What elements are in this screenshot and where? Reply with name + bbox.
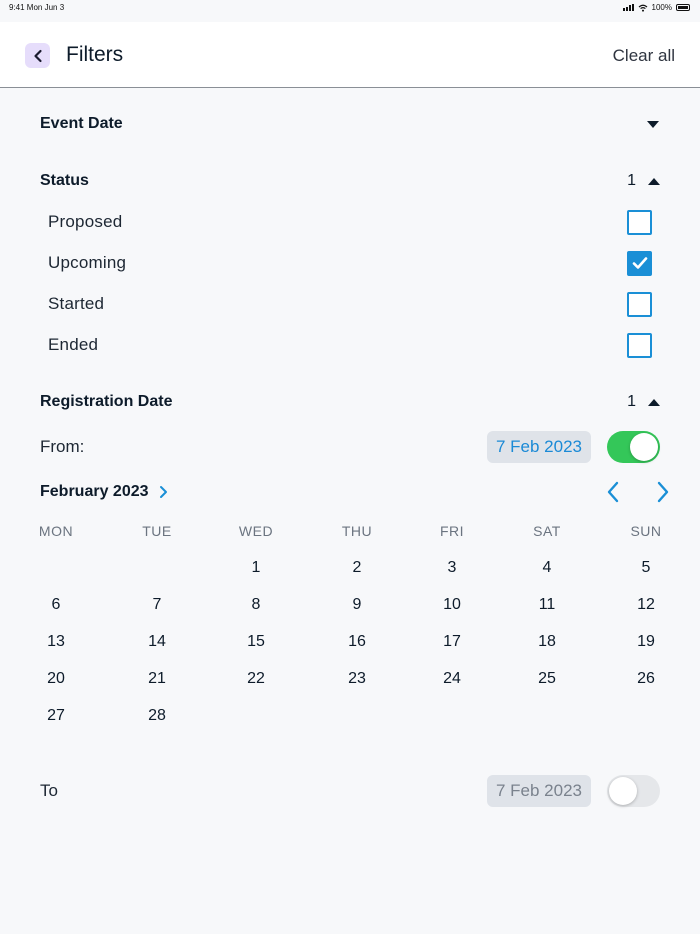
from-date-chip[interactable]: 7 Feb 2023 [486, 431, 591, 463]
weekday-label: FRI [439, 523, 465, 539]
calendar-day[interactable]: 24 [422, 670, 482, 688]
from-date-toggle[interactable] [607, 431, 660, 463]
status-title: Status [40, 172, 89, 189]
signal-icon [622, 4, 634, 11]
to-date-chip[interactable]: 7 Feb 2023 [486, 775, 591, 807]
status-time: 9:41 Mon Jun 3 [9, 3, 65, 12]
calendar-day[interactable]: 23 [327, 670, 387, 688]
calendar-day[interactable]: 9 [327, 596, 387, 614]
caret-up-icon [648, 398, 660, 406]
upcoming-checkbox[interactable] [627, 250, 652, 276]
calendar-day[interactable]: 16 [327, 633, 387, 651]
month-picker-button[interactable]: February 2023 [40, 483, 168, 501]
calendar-day[interactable]: 1 [226, 559, 286, 577]
page-title: Filters [66, 43, 124, 66]
calendar-day[interactable]: 3 [422, 559, 482, 577]
checkmark-icon [632, 257, 647, 269]
calendar-day[interactable]: 28 [127, 707, 187, 725]
from-label: From: [40, 437, 85, 456]
chevron-right-small-icon [159, 486, 167, 498]
calendar-day[interactable]: 14 [127, 633, 187, 651]
chevron-left-icon [33, 49, 42, 62]
weekday-label: SAT [533, 523, 561, 539]
from-date-row: From: 7 Feb 2023 [40, 430, 660, 464]
registration-date-section-header[interactable]: Registration Date 1 [40, 390, 660, 414]
calendar-day[interactable]: 11 [517, 596, 577, 614]
chevron-left-icon [607, 481, 619, 503]
calendar-day[interactable]: 19 [616, 633, 676, 651]
to-label: To [40, 781, 58, 800]
calendar-day[interactable]: 22 [226, 670, 286, 688]
registration-date-count: 1 [627, 393, 636, 410]
status-option-ended[interactable]: Ended [48, 332, 652, 358]
status-count: 1 [627, 172, 636, 189]
proposed-checkbox[interactable] [627, 209, 652, 235]
weekday-label: MON [38, 523, 74, 539]
calendar-day[interactable]: 5 [616, 559, 676, 577]
status-bar: 9:41 Mon Jun 3 100% [0, 0, 700, 22]
filters-header: Filters Clear all [0, 22, 700, 88]
weekday-label: WED [238, 523, 274, 539]
weekday-label: TUE [142, 523, 172, 539]
wifi-icon [638, 4, 647, 12]
chevron-right-icon [657, 481, 669, 503]
calendar-day[interactable]: 27 [26, 707, 86, 725]
calendar-day[interactable]: 21 [127, 670, 187, 688]
calendar-day[interactable]: 7 [127, 596, 187, 614]
toggle-knob [609, 777, 637, 805]
calendar-day[interactable]: 26 [616, 670, 676, 688]
status-option-label: Proposed [48, 212, 123, 231]
next-month-button[interactable] [656, 481, 670, 503]
calendar-day[interactable]: 12 [616, 596, 676, 614]
status-option-proposed[interactable]: Proposed [48, 209, 652, 235]
status-section-header[interactable]: Status 1 [40, 169, 660, 193]
calendar-day[interactable]: 20 [26, 670, 86, 688]
calendar-day[interactable]: 25 [517, 670, 577, 688]
weekday-label: SUN [630, 523, 662, 539]
calendar-day[interactable]: 2 [327, 559, 387, 577]
calendar-day[interactable]: 13 [26, 633, 86, 651]
previous-month-button[interactable] [606, 481, 620, 503]
status-indicators: 100% [622, 3, 690, 12]
status-option-started[interactable]: Started [48, 291, 652, 317]
calendar-day[interactable]: 8 [226, 596, 286, 614]
caret-down-icon [647, 120, 659, 128]
status-option-label: Started [48, 294, 105, 313]
clear-all-button[interactable]: Clear all [613, 46, 675, 66]
calendar-day[interactable]: 17 [422, 633, 482, 651]
status-option-upcoming[interactable]: Upcoming [48, 250, 652, 276]
toggle-knob [630, 433, 658, 461]
battery-icon [676, 4, 690, 11]
ended-checkbox[interactable] [627, 332, 652, 358]
back-button[interactable] [25, 43, 50, 68]
calendar-day[interactable]: 10 [422, 596, 482, 614]
event-date-title: Event Date [40, 115, 123, 132]
calendar-month-header: February 2023 [40, 480, 670, 504]
status-option-label: Upcoming [48, 253, 127, 272]
to-date-row: To 7 Feb 2023 [40, 774, 660, 808]
caret-up-icon [648, 177, 660, 185]
month-label: February 2023 [40, 483, 149, 500]
calendar-day[interactable]: 4 [517, 559, 577, 577]
calendar-day[interactable]: 18 [517, 633, 577, 651]
to-date-toggle[interactable] [607, 775, 660, 807]
status-option-label: Ended [48, 335, 99, 354]
registration-date-title: Registration Date [40, 393, 173, 410]
calendar-day[interactable]: 6 [26, 596, 86, 614]
started-checkbox[interactable] [627, 291, 652, 317]
event-date-section-header[interactable]: Event Date [40, 112, 660, 136]
weekday-label: THU [341, 523, 373, 539]
battery-percent: 100% [651, 3, 672, 12]
calendar-day[interactable]: 15 [226, 633, 286, 651]
